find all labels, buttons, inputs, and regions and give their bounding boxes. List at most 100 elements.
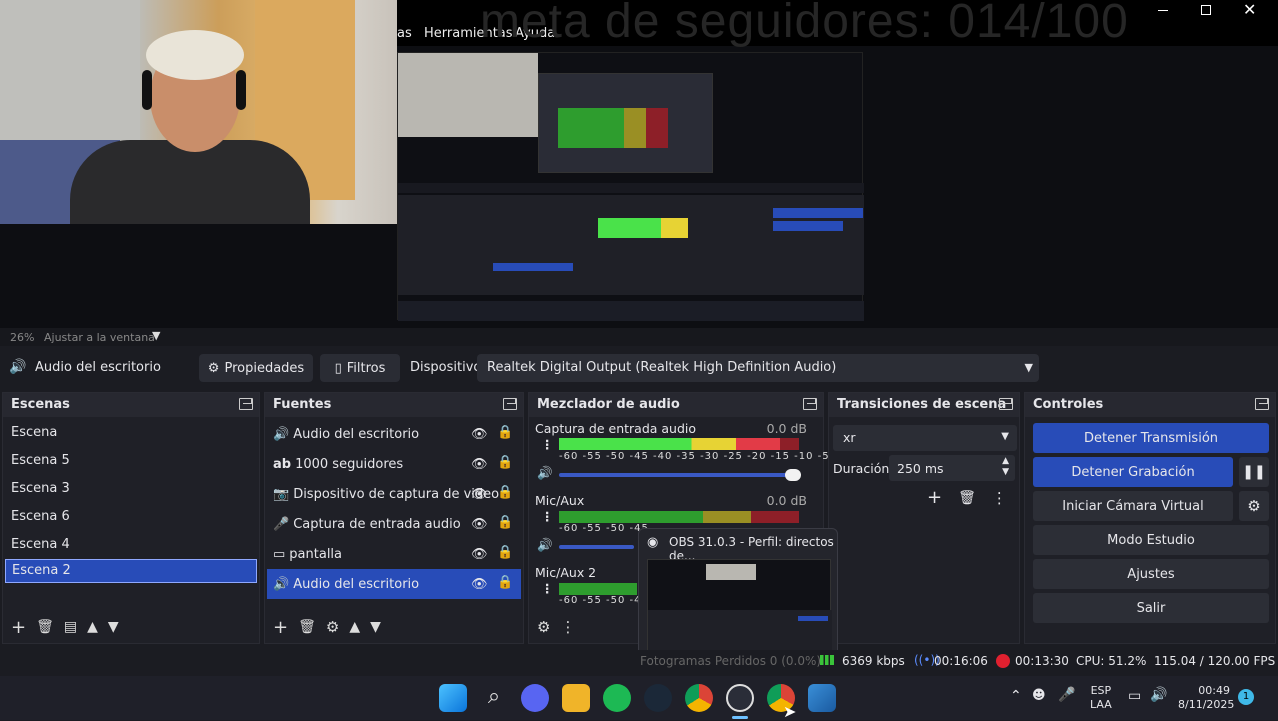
discord-icon[interactable]: [521, 684, 549, 712]
arrow-up-icon[interactable]: ▲: [87, 619, 98, 635]
minimize-icon[interactable]: [1158, 10, 1168, 11]
kebab-menu-icon[interactable]: ⋮: [560, 618, 575, 636]
speaker-icon[interactable]: 🔊: [537, 537, 553, 553]
notification-badge[interactable]: 1: [1238, 689, 1254, 705]
lock-icon[interactable]: 🔒: [497, 455, 513, 471]
pause-icon[interactable]: ❚❚: [1239, 457, 1269, 487]
search-icon[interactable]: ⌕: [480, 684, 508, 712]
lock-icon[interactable]: 🔒: [497, 575, 513, 591]
eye-icon[interactable]: 👁: [471, 457, 488, 472]
virtual-cam-button[interactable]: Iniciar Cámara Virtual: [1033, 491, 1233, 521]
exit-button[interactable]: Salir: [1033, 593, 1269, 623]
sources-list: 🔊 Audio del escritorio 👁 🔒 ab 1000 seguidore…: [265, 417, 523, 601]
trash-icon[interactable]: 🗑: [298, 619, 316, 635]
filters-button[interactable]: ▯ Filtros: [320, 354, 400, 382]
volume-slider[interactable]: [559, 469, 801, 481]
volume-slider[interactable]: [559, 545, 634, 549]
scene-item-selected[interactable]: Escena 2: [5, 559, 257, 583]
transition-select[interactable]: xr ▼: [833, 425, 1017, 451]
taskbar-thumbnail-popup[interactable]: ◉ OBS 31.0.3 - Perfil: directos de...: [638, 528, 838, 656]
source-item[interactable]: 🎤 Captura de entrada audio 👁 🔒: [267, 509, 521, 539]
add-icon[interactable]: +: [927, 487, 942, 508]
kebab-menu-icon[interactable]: ⋮: [541, 437, 554, 452]
speaker-icon: 🔊: [9, 359, 27, 375]
windows-taskbar: ⌕ ⌃ ☻ 🎤 ESP LAA ▭ 🔊 00:49 8/11/2025 1: [0, 676, 1278, 720]
menu-item-herramientas-partial[interactable]: as: [397, 26, 412, 41]
source-item[interactable]: 📷 Dispositivo de captura de video 👁 🔒: [267, 479, 521, 509]
scene-item[interactable]: Escena 4: [5, 531, 257, 559]
kebab-menu-icon[interactable]: ⋮: [541, 581, 554, 596]
source-item-selected[interactable]: 🔊 Audio del escritorio 👁 🔒: [267, 569, 521, 599]
arrow-down-icon[interactable]: ▼: [370, 619, 381, 635]
undock-icon[interactable]: [239, 398, 253, 410]
stop-stream-button[interactable]: Detener Transmisión: [1033, 423, 1269, 453]
source-toolbar: 🔊 Audio del escritorio ⚙ Propiedades ▯ Fil…: [0, 350, 1278, 384]
obs-icon[interactable]: [726, 684, 754, 712]
gear-icon[interactable]: ⚙: [537, 618, 550, 636]
app-tray-icon[interactable]: ☻: [1032, 688, 1046, 703]
speaker-icon[interactable]: 🔊: [537, 465, 553, 481]
device-label: Dispositivo: [410, 360, 482, 375]
lock-icon[interactable]: 🔒: [497, 485, 513, 501]
app-icon[interactable]: [808, 684, 836, 712]
undock-icon[interactable]: [503, 398, 517, 410]
meter-scale: -60 -55 -50 -45: [559, 595, 649, 606]
source-item[interactable]: ▭ pantalla 👁 🔒: [267, 539, 521, 569]
chevron-up-icon[interactable]: ⌃: [1010, 688, 1022, 704]
filter-icon[interactable]: ▤: [64, 619, 77, 635]
clock[interactable]: 00:49 8/11/2025: [1178, 684, 1234, 712]
volume-icon[interactable]: 🔊: [1150, 687, 1167, 703]
undock-icon[interactable]: [803, 398, 817, 410]
camera-icon: 📷: [273, 486, 290, 502]
channel-db: 0.0 dB: [766, 421, 807, 436]
scene-item[interactable]: Escena 5: [5, 447, 257, 475]
language-indicator[interactable]: ESP LAA: [1090, 684, 1112, 712]
lock-icon[interactable]: 🔒: [497, 515, 513, 531]
scene-item[interactable]: Escena 3: [5, 475, 257, 503]
gear-icon[interactable]: ⚙: [1239, 491, 1269, 521]
preview-canvas[interactable]: ✕ as Herramientas Ayuda meta de seguidor…: [0, 0, 1278, 328]
properties-button[interactable]: ⚙ Propiedades: [199, 354, 313, 382]
spin-arrows-icon[interactable]: ▲ ▼: [1002, 456, 1009, 478]
add-icon[interactable]: +: [11, 617, 26, 638]
microphone-icon[interactable]: 🎤: [1058, 687, 1075, 703]
device-select[interactable]: Realtek Digital Output (Realtek High Def…: [477, 354, 1039, 382]
chrome-icon[interactable]: [685, 684, 713, 712]
restore-icon[interactable]: [1201, 5, 1211, 15]
eye-icon[interactable]: 👁: [471, 547, 488, 562]
arrow-down-icon[interactable]: ▼: [108, 619, 119, 635]
eye-icon[interactable]: 👁: [471, 487, 488, 502]
eye-icon[interactable]: 👁: [471, 577, 488, 592]
arrow-up-icon[interactable]: ▲: [349, 619, 360, 635]
eye-icon[interactable]: 👁: [471, 427, 488, 442]
kebab-menu-icon[interactable]: ⋮: [541, 509, 554, 524]
source-item[interactable]: 🔊 Audio del escritorio 👁 🔒: [267, 419, 521, 449]
kebab-menu-icon[interactable]: ⋮: [992, 487, 1007, 508]
duration-spinbox[interactable]: 250 ms ▲ ▼: [889, 455, 1015, 481]
file-explorer-icon[interactable]: [562, 684, 590, 712]
eye-icon[interactable]: 👁: [471, 517, 488, 532]
network-icon[interactable]: ▭: [1128, 688, 1141, 704]
chevron-down-icon[interactable]: ▼: [152, 329, 160, 342]
scenes-title: Escenas: [3, 393, 259, 417]
close-icon[interactable]: ✕: [1243, 0, 1256, 19]
undock-icon[interactable]: [999, 398, 1013, 410]
scene-item[interactable]: Escena: [5, 419, 257, 447]
slider-knob[interactable]: [785, 469, 801, 481]
steam-icon[interactable]: [644, 684, 672, 712]
scene-item[interactable]: Escena 6: [5, 503, 257, 531]
add-icon[interactable]: +: [273, 617, 288, 638]
trash-icon[interactable]: 🗑: [36, 619, 54, 635]
windows-start-icon[interactable]: [439, 684, 467, 712]
undock-icon[interactable]: [1255, 398, 1269, 410]
gear-icon[interactable]: ⚙: [326, 618, 339, 636]
stop-record-button[interactable]: Detener Grabación: [1033, 457, 1233, 487]
fit-window-dropdown[interactable]: Ajustar a la ventana: [44, 331, 155, 344]
trash-icon[interactable]: 🗑: [958, 487, 976, 508]
studio-mode-button[interactable]: Modo Estudio: [1033, 525, 1269, 555]
lock-icon[interactable]: 🔒: [497, 545, 513, 561]
lock-icon[interactable]: 🔒: [497, 425, 513, 441]
source-item[interactable]: ab 1000 seguidores 👁 🔒: [267, 449, 521, 479]
spotify-icon[interactable]: [603, 684, 631, 712]
settings-button[interactable]: Ajustes: [1033, 559, 1269, 589]
